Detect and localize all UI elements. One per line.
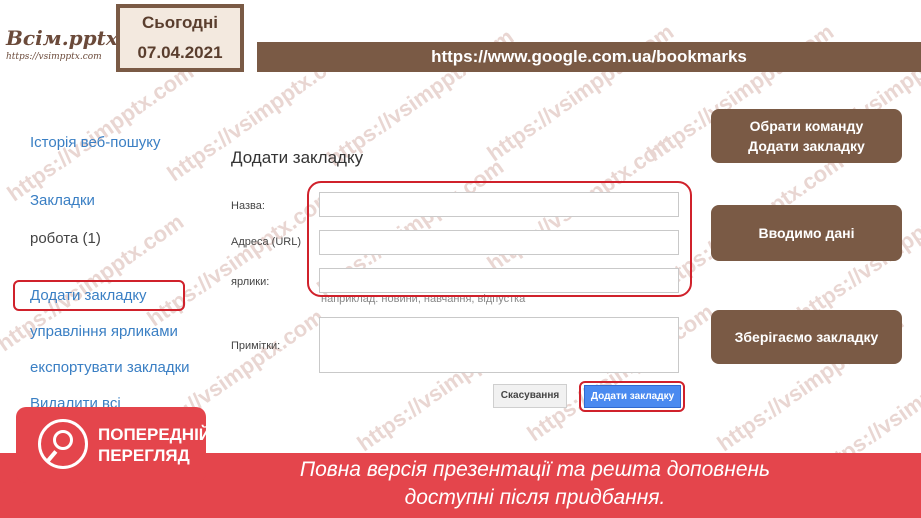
url-label: Адреса (URL): [231, 236, 301, 248]
form-title: Додати закладку: [231, 148, 364, 167]
name-label: Назва:: [231, 200, 265, 212]
sidebar-item-add-bookmark[interactable]: Додати закладку: [30, 287, 147, 304]
magnifier-icon: [38, 419, 88, 469]
date-label: Сьогодні: [142, 13, 218, 32]
date-box: Сьогодні 07.04.2021: [116, 4, 244, 72]
inputs-highlight: [307, 181, 692, 297]
tags-label: ярлики:: [231, 276, 270, 288]
preview-line2: ПЕРЕГЛЯД: [98, 446, 190, 465]
preview-line1: ПОПЕРЕДНІЙ: [98, 425, 212, 444]
callout-step1-text: Обрати команду Додати закладку: [748, 118, 865, 154]
callout-step2: Вводимо дані: [711, 205, 902, 261]
banner-line2: доступні після придбання.: [404, 486, 666, 509]
callout-step2-text: Вводимо дані: [758, 225, 855, 241]
banner-line1: Повна версія презентації та решта доповн…: [299, 458, 771, 481]
watermark: https://vsimpptx.com: [2, 58, 199, 207]
add-bookmark-button[interactable]: Додати закладку: [584, 385, 681, 408]
sidebar-item-work[interactable]: робота (1): [30, 230, 101, 247]
sidebar-item-manage-labels[interactable]: управління ярликами: [30, 323, 178, 340]
date-value: 07.04.2021: [137, 43, 223, 62]
sidebar-item-bookmarks[interactable]: Закладки: [30, 192, 95, 209]
preview-badge[interactable]: ПОПЕРЕДНІЙ ПЕРЕГЛЯД: [16, 407, 211, 483]
logo-subtitle: https://vsimpptx.com: [6, 52, 102, 62]
callout-step3-text: Зберігаємо закладку: [734, 329, 879, 345]
callout-step1: Обрати команду Додати закладку: [711, 109, 902, 163]
purchase-banner-text: Повна версія презентації та решта доповн…: [240, 456, 830, 512]
sidebar-item-history[interactable]: Історія веб-пошуку: [30, 134, 160, 151]
notes-textarea[interactable]: [319, 317, 679, 373]
callout-step3: Зберігаємо закладку: [711, 310, 902, 364]
logo-title: Всім.pptx: [6, 26, 118, 50]
url-bar: https://www.google.com.ua/bookmarks: [257, 42, 921, 72]
notes-label: Примітки:: [231, 340, 281, 352]
cancel-button[interactable]: Скасування: [493, 384, 567, 408]
sidebar-item-export[interactable]: експортувати закладки: [30, 359, 190, 376]
preview-label: ПОПЕРЕДНІЙ ПЕРЕГЛЯД: [98, 424, 211, 466]
site-logo: Всім.pptx https://vsimpptx.com: [6, 26, 118, 76]
